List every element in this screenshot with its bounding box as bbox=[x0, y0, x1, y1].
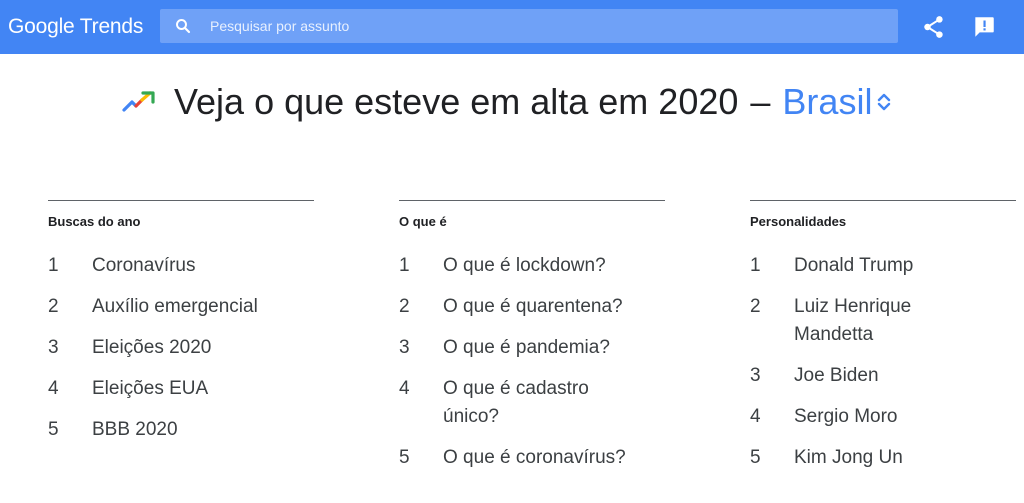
rank-number: 2 bbox=[750, 296, 761, 317]
rank-label[interactable]: O que é quarentena? bbox=[443, 293, 665, 321]
rank-label[interactable]: Joe Biden bbox=[794, 362, 1016, 390]
rank-number: 3 bbox=[750, 365, 761, 386]
ranking-item[interactable]: 2 O que é quarentena? bbox=[399, 293, 665, 321]
ranking-item[interactable]: 3 Eleições 2020 bbox=[48, 334, 314, 362]
ranking-item[interactable]: 1 Donald Trump bbox=[750, 252, 1016, 280]
search-icon[interactable] bbox=[174, 17, 192, 35]
ranking-list: 1 Coronavírus 2 Auxílio emergencial 3 Eleiç… bbox=[48, 252, 314, 444]
rank-label[interactable]: O que é cadastro único? bbox=[443, 375, 615, 431]
ranking-item[interactable]: 5 BBB 2020 bbox=[48, 416, 314, 444]
ranking-item[interactable]: 3 Joe Biden bbox=[750, 362, 1016, 390]
rank-label[interactable]: Kim Jong Un bbox=[794, 444, 1016, 472]
ranking-item[interactable]: 4 Eleições EUA bbox=[48, 375, 314, 403]
rank-number: 1 bbox=[750, 255, 761, 276]
rank-number: 2 bbox=[399, 296, 410, 317]
rank-number: 1 bbox=[48, 255, 59, 276]
column-buscas-do-ano: Buscas do ano 1 Coronavírus 2 Auxílio emer… bbox=[48, 200, 314, 457]
rank-number: 2 bbox=[48, 296, 59, 317]
ranking-item[interactable]: 1 O que é lockdown? bbox=[399, 252, 665, 280]
rank-number: 1 bbox=[399, 255, 410, 276]
rank-label[interactable]: Donald Trump bbox=[794, 252, 1016, 280]
rank-label[interactable]: Sergio Moro bbox=[794, 403, 1016, 431]
unfold-icon[interactable] bbox=[877, 91, 891, 113]
column-personalidades: Personalidades 1 Donald Trump 2 Luiz Henri… bbox=[750, 200, 1016, 485]
rank-number: 4 bbox=[399, 378, 410, 399]
rank-label[interactable]: BBB 2020 bbox=[92, 416, 314, 444]
rank-label[interactable]: O que é coronavírus? bbox=[443, 444, 665, 472]
column-o-que-e: O que é 1 O que é lockdown? 2 O que é quar… bbox=[399, 200, 665, 485]
rank-label[interactable]: Auxílio emergencial bbox=[92, 293, 314, 321]
column-title: Buscas do ano bbox=[48, 214, 141, 229]
column-divider bbox=[48, 200, 314, 201]
top-app-bar: Google Trends bbox=[0, 0, 1024, 54]
google-trends-logo[interactable]: Google Trends bbox=[8, 15, 143, 39]
rank-label[interactable]: Eleições 2020 bbox=[92, 334, 314, 362]
ranking-item[interactable]: 5 Kim Jong Un bbox=[750, 444, 1016, 472]
headline-title: Veja o que esteve em alta em 2020 bbox=[174, 81, 739, 122]
column-divider bbox=[399, 200, 665, 201]
trending-up-icon bbox=[122, 91, 155, 112]
ranking-item[interactable]: 2 Auxílio emergencial bbox=[48, 293, 314, 321]
ranking-item[interactable]: 4 Sergio Moro bbox=[750, 403, 1016, 431]
headline-separator: – bbox=[750, 81, 771, 122]
share-icon[interactable] bbox=[921, 14, 947, 40]
rank-label[interactable]: Luiz Henrique Mandetta bbox=[794, 293, 944, 349]
page-headline: Veja o que esteve em alta em 2020 – Bras… bbox=[122, 78, 891, 126]
search-input[interactable] bbox=[210, 9, 880, 43]
ranking-item[interactable]: 5 O que é coronavírus? bbox=[399, 444, 665, 472]
ranking-list: 1O que é lockdown? 2O que é quarentena? … bbox=[399, 252, 665, 472]
ranking-item[interactable]: 2 Luiz Henrique Mandetta bbox=[750, 293, 1016, 349]
rank-number: 5 bbox=[750, 447, 761, 468]
ranking-item[interactable]: 4 O que é cadastro único? bbox=[399, 375, 665, 431]
column-title: Personalidades bbox=[750, 214, 847, 229]
search-bar[interactable] bbox=[160, 9, 898, 43]
rank-number: 5 bbox=[399, 447, 410, 468]
rank-label[interactable]: Coronavírus bbox=[92, 252, 314, 280]
rank-number: 4 bbox=[48, 378, 59, 399]
region-label[interactable]: Brasil bbox=[782, 81, 872, 123]
rank-number: 4 bbox=[750, 406, 761, 427]
rank-number: 3 bbox=[48, 337, 59, 358]
rank-label[interactable]: Eleições EUA bbox=[92, 375, 314, 403]
feedback-icon[interactable] bbox=[971, 14, 997, 40]
ranking-list: 1 Donald Trump 2 Luiz Henrique Mandetta 3 J… bbox=[750, 252, 1016, 472]
ranking-item[interactable]: 1 Coronavírus bbox=[48, 252, 314, 280]
logo-google-text: Google bbox=[8, 15, 75, 38]
rank-number: 3 bbox=[399, 337, 410, 358]
logo-trends-text: Trends bbox=[79, 15, 144, 38]
rank-number: 5 bbox=[48, 419, 59, 440]
region-selector[interactable]: Brasil bbox=[782, 81, 891, 123]
rank-label[interactable]: O que é pandemia? bbox=[443, 334, 665, 362]
column-title: O que é bbox=[399, 214, 447, 229]
rank-label[interactable]: O que é lockdown? bbox=[443, 252, 665, 280]
ranking-item[interactable]: 3 O que é pandemia? bbox=[399, 334, 665, 362]
column-divider bbox=[750, 200, 1016, 201]
